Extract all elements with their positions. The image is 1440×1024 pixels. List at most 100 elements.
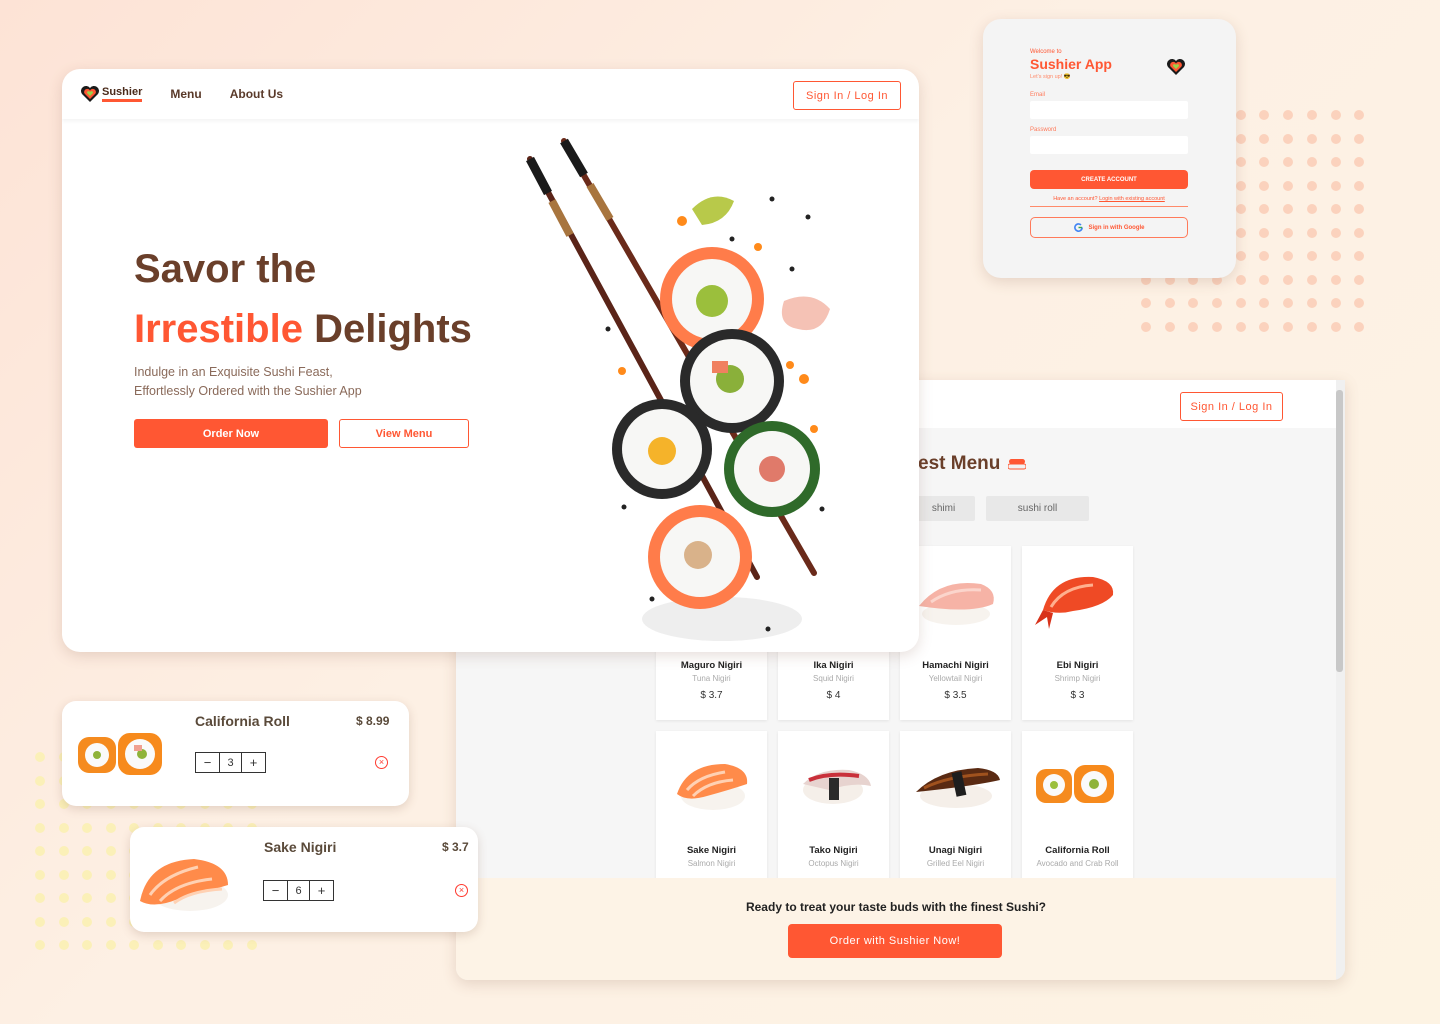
decorative-dot	[1235, 133, 1246, 144]
food-image	[1022, 731, 1133, 839]
remove-item-icon[interactable]: ×	[375, 756, 388, 769]
decorative-dot	[105, 940, 116, 950]
email-field[interactable]	[1030, 101, 1188, 119]
decorative-dot	[1235, 274, 1246, 285]
category-chip-sashimi[interactable]: shimi	[912, 496, 975, 521]
sake-nigiri-image	[140, 859, 228, 911]
order-with-sushier-button[interactable]: Order with Sushier Now!	[788, 924, 1002, 958]
decorative-dot	[1235, 251, 1246, 261]
food-card-sake[interactable]: Sake Nigiri Salmon Nigiri	[656, 731, 767, 881]
create-account-button[interactable]: CREATE ACCOUNT	[1030, 170, 1188, 189]
decorative-dot	[1330, 204, 1341, 214]
nav-menu-link[interactable]: Menu	[170, 87, 201, 101]
google-signin-label: Sign in with Google	[1088, 224, 1145, 231]
decorative-dot	[1235, 110, 1246, 120]
decorative-dot	[1354, 321, 1365, 332]
decorative-dot	[58, 846, 69, 856]
menu-sign-in-button[interactable]: Sign In / Log In	[1180, 392, 1283, 421]
food-price: $ 3	[1070, 690, 1085, 701]
food-image	[900, 731, 1011, 839]
signup-screen: Welcome to Sushier App Let's sign up! 😎 …	[983, 19, 1236, 278]
decorative-dot	[58, 869, 69, 880]
password-field[interactable]	[1030, 136, 1188, 154]
decorative-dot	[1259, 274, 1270, 285]
food-card-ebi[interactable]: Ebi Nigiri Shrimp Nigiri $ 3	[1022, 546, 1133, 720]
google-signin-button[interactable]: Sign in with Google	[1030, 217, 1188, 238]
menu-heading-text: est Menu	[918, 453, 1001, 474]
cart-item-name: Sake Nigiri	[264, 839, 337, 855]
decorative-dot	[35, 916, 45, 927]
food-price: $ 3.7	[700, 690, 723, 701]
category-chip-sushi-roll[interactable]: sushi roll	[986, 496, 1089, 521]
decorative-dot	[1259, 227, 1270, 238]
decrement-button[interactable]: −	[196, 753, 219, 772]
food-name: Hamachi Nigiri	[922, 660, 989, 671]
login-existing-link[interactable]: Login with existing account	[1099, 196, 1165, 202]
cart-item-name: California Roll	[195, 713, 290, 729]
decorative-dot	[1283, 133, 1294, 144]
decorative-dot	[1235, 321, 1246, 332]
have-account-text: Have an account? Login with existing acc…	[1030, 196, 1188, 207]
decorative-dot	[1330, 321, 1341, 332]
decrement-button[interactable]: −	[264, 881, 287, 900]
increment-button[interactable]: +	[242, 753, 265, 772]
decorative-dot	[1283, 321, 1294, 332]
hero-title-line2: Irrestible Delights	[134, 299, 472, 359]
decorative-dot	[1283, 110, 1294, 120]
decorative-dot	[105, 893, 116, 903]
hero-title-rest: Delights	[314, 307, 472, 351]
decorative-dot	[1283, 298, 1294, 308]
food-desc: Salmon Nigiri	[687, 859, 736, 868]
decorative-dot	[1330, 180, 1341, 191]
food-desc: Squid Nigiri	[813, 674, 854, 683]
nav-about-link[interactable]: About Us	[230, 87, 283, 101]
decorative-dot	[82, 822, 92, 833]
view-menu-button[interactable]: View Menu	[339, 419, 469, 448]
order-now-button[interactable]: Order Now	[134, 419, 328, 448]
decorative-dot	[1164, 298, 1175, 308]
food-card-california[interactable]: California Roll Avocado and Crab Roll	[1022, 731, 1133, 881]
sign-in-button[interactable]: Sign In / Log In	[793, 81, 901, 110]
food-desc: Tuna Nigiri	[692, 674, 731, 683]
decorative-dot	[82, 846, 92, 856]
decorative-dot	[58, 893, 69, 903]
food-desc: Grilled Eel Nigiri	[926, 859, 985, 868]
decorative-dot	[1259, 298, 1270, 308]
scrollbar-thumb[interactable]	[1336, 390, 1343, 672]
menu-footer: Ready to treat your taste buds with the …	[456, 878, 1336, 980]
hero-subtitle-line2: Effortlessly Ordered with the Sushier Ap…	[134, 384, 362, 398]
decorative-dot	[1330, 157, 1341, 167]
decorative-dot	[1354, 157, 1365, 167]
decorative-dot	[1330, 133, 1341, 144]
decorative-dot	[1354, 298, 1365, 308]
hero-subtitle-line1: Indulge in an Exquisite Sushi Feast,	[134, 365, 333, 379]
decorative-dot	[1354, 133, 1365, 144]
california-roll-image	[78, 733, 162, 775]
decorative-dot	[1306, 274, 1317, 285]
decorative-dot	[35, 893, 45, 903]
decorative-dot	[58, 822, 69, 833]
increment-button[interactable]: +	[310, 881, 333, 900]
hero-title-line1: Savor the	[134, 247, 317, 291]
decorative-dot	[152, 940, 163, 950]
food-name: Tako Nigiri	[809, 845, 858, 856]
decorative-dot	[1259, 321, 1270, 332]
food-name: Ebi Nigiri	[1056, 660, 1099, 671]
quantity-value: 3	[219, 753, 242, 772]
food-card-unagi[interactable]: Unagi Nigiri Grilled Eel Nigiri	[900, 731, 1011, 881]
decorative-dot	[1354, 251, 1365, 261]
decorative-dot	[35, 846, 45, 856]
decorative-dot	[223, 940, 233, 950]
sushi-icon	[1008, 459, 1027, 470]
food-card-tako[interactable]: Tako Nigiri Octopus Nigiri	[778, 731, 889, 881]
landing-navbar: Sushier Menu About Us Sign In / Log In	[62, 69, 919, 119]
decorative-dot	[82, 916, 92, 927]
food-name: Maguro Nigiri	[680, 660, 743, 671]
food-image	[1022, 546, 1133, 654]
decorative-dot	[1330, 110, 1341, 120]
decorative-dot	[1235, 157, 1246, 167]
cart-item: Sake Nigiri $ 3.7 − 6 + ×	[130, 827, 478, 932]
decorative-dot	[1259, 133, 1270, 144]
remove-item-icon[interactable]: ×	[455, 884, 468, 897]
brand-logo[interactable]: Sushier	[80, 85, 143, 103]
